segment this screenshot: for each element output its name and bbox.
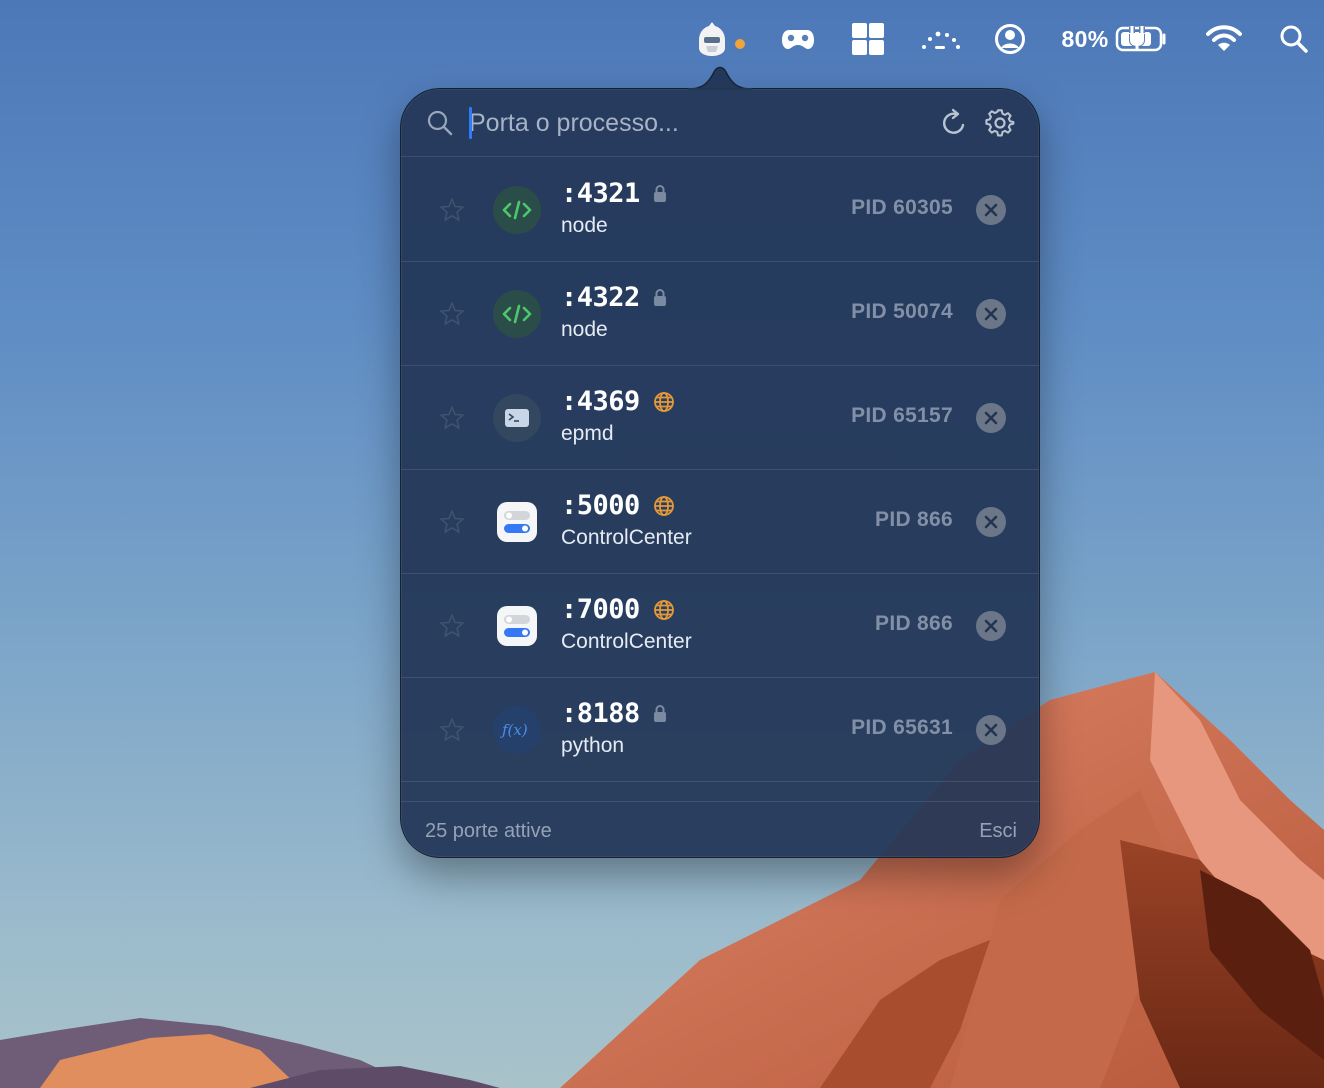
code-icon bbox=[493, 290, 541, 338]
battery-percent: 80% bbox=[1061, 25, 1109, 52]
svg-text:ƒ(x): ƒ(x) bbox=[500, 721, 528, 739]
process-name: ControlCenter bbox=[561, 630, 692, 653]
close-icon bbox=[984, 619, 998, 633]
popover-footer: 25 porte attive Esci bbox=[401, 801, 1039, 857]
portkiller-app-icon[interactable] bbox=[692, 18, 732, 60]
pid-label: PID 65631 bbox=[851, 716, 953, 739]
close-icon bbox=[984, 307, 998, 321]
gear-icon[interactable] bbox=[985, 108, 1015, 138]
wifi-icon[interactable] bbox=[1204, 18, 1244, 60]
pid-label: PID 50074 bbox=[851, 300, 953, 323]
control-center-icon bbox=[493, 498, 541, 546]
star-icon[interactable] bbox=[438, 716, 466, 744]
pid-label: PID 866 bbox=[875, 612, 953, 635]
kill-process-button[interactable] bbox=[976, 195, 1006, 225]
active-ports-count: 25 porte attive bbox=[425, 820, 552, 842]
kill-process-button[interactable] bbox=[976, 507, 1006, 537]
port-row[interactable]: :5000 ControlCenter PID 866 bbox=[401, 470, 1039, 574]
port-row[interactable]: :7000 ControlCenter PID 866 bbox=[401, 574, 1039, 678]
windows-grid-icon[interactable] bbox=[848, 18, 888, 60]
port-row[interactable]: ƒ(x) :8188 python PID 65631 bbox=[401, 678, 1039, 782]
port-list: :4321 node PID 60305 :4322 node PID 5007… bbox=[401, 158, 1039, 782]
process-name: ControlCenter bbox=[561, 526, 692, 549]
close-icon bbox=[984, 515, 998, 529]
control-center-icon bbox=[493, 602, 541, 650]
popover-arrow bbox=[688, 66, 752, 90]
function-icon: ƒ(x) bbox=[493, 706, 541, 754]
lock-icon bbox=[654, 705, 666, 722]
refresh-icon[interactable] bbox=[939, 108, 969, 138]
terminal-icon bbox=[493, 394, 541, 442]
globe-icon bbox=[654, 600, 674, 620]
close-icon bbox=[984, 411, 998, 425]
menu-bar: 80% bbox=[0, 0, 1324, 78]
quit-button[interactable]: Esci bbox=[979, 820, 1017, 843]
spotlight-search-icon[interactable] bbox=[1276, 18, 1312, 60]
globe-icon bbox=[654, 392, 674, 412]
gamepad-icon[interactable] bbox=[778, 18, 818, 60]
star-icon[interactable] bbox=[438, 404, 466, 432]
port-number: :7000 bbox=[561, 594, 640, 625]
dots-arc-icon[interactable] bbox=[920, 18, 962, 60]
kill-process-button[interactable] bbox=[976, 715, 1006, 745]
close-icon bbox=[984, 723, 998, 737]
battery-charging-icon[interactable] bbox=[1114, 18, 1170, 60]
search-input[interactable] bbox=[469, 103, 909, 143]
process-name: node bbox=[561, 318, 608, 341]
process-name: epmd bbox=[561, 422, 614, 445]
ports-popover: :4321 node PID 60305 :4322 node PID 5007… bbox=[400, 88, 1040, 858]
code-icon bbox=[493, 186, 541, 234]
process-name: python bbox=[561, 734, 625, 757]
port-row[interactable]: :4369 epmd PID 65157 bbox=[401, 366, 1039, 470]
close-icon bbox=[984, 203, 998, 217]
search-icon bbox=[427, 110, 453, 136]
port-row[interactable]: :4321 node PID 60305 bbox=[401, 158, 1039, 262]
kill-process-button[interactable] bbox=[976, 611, 1006, 641]
lock-icon bbox=[654, 289, 666, 306]
process-name: node bbox=[561, 214, 608, 237]
port-number: :4322 bbox=[561, 282, 640, 313]
pid-label: PID 866 bbox=[875, 508, 953, 531]
star-icon[interactable] bbox=[438, 612, 466, 640]
pid-label: PID 65157 bbox=[851, 404, 953, 427]
port-number: :4369 bbox=[561, 386, 640, 417]
user-circle-icon[interactable] bbox=[992, 18, 1028, 60]
status-dot bbox=[735, 39, 745, 49]
port-number: :4321 bbox=[561, 178, 640, 209]
star-icon[interactable] bbox=[438, 196, 466, 224]
port-number: :5000 bbox=[561, 490, 640, 521]
globe-icon bbox=[654, 496, 674, 516]
pid-label: PID 60305 bbox=[851, 196, 953, 219]
lock-icon bbox=[654, 185, 666, 202]
port-number: :8188 bbox=[561, 698, 640, 729]
port-row[interactable]: :4322 node PID 50074 bbox=[401, 262, 1039, 366]
star-icon[interactable] bbox=[438, 508, 466, 536]
kill-process-button[interactable] bbox=[976, 403, 1006, 433]
star-icon[interactable] bbox=[438, 300, 466, 328]
search-bar bbox=[401, 89, 1039, 157]
kill-process-button[interactable] bbox=[976, 299, 1006, 329]
text-caret bbox=[469, 107, 472, 139]
